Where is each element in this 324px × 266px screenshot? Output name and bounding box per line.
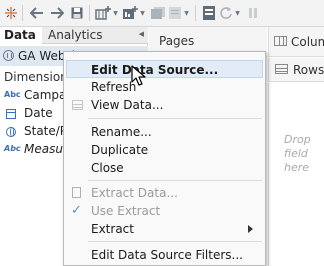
extract-icon xyxy=(72,187,81,198)
menu-separator xyxy=(88,118,262,119)
menu-item-label: Extract xyxy=(91,222,134,236)
toolbar: ▼ ▼ ▼ ▼ xyxy=(0,0,324,27)
field-label: Date xyxy=(24,106,53,120)
duplicate-icon[interactable] xyxy=(150,4,166,22)
new-worksheet-icon[interactable] xyxy=(122,4,138,22)
context-menu: Edit Data Source... Refresh View Data...… xyxy=(63,51,266,266)
columns-shelf[interactable]: Columns xyxy=(268,27,324,57)
submenu-arrow-icon xyxy=(248,225,253,233)
new-datasource-icon[interactable] xyxy=(95,4,111,22)
columns-icon xyxy=(274,36,287,46)
pause-icon[interactable] xyxy=(202,4,216,22)
menu-item-extract[interactable]: Extract xyxy=(64,220,265,238)
calendar-icon xyxy=(6,109,16,119)
check-icon: ✓ xyxy=(71,203,82,218)
tab-analytics-label: Analytics xyxy=(48,28,103,42)
dropdown-icon[interactable]: ▼ xyxy=(139,4,146,22)
menu-item-extract-data: Extract Data... xyxy=(64,184,265,202)
rows-shelf[interactable]: Rows xyxy=(268,58,324,82)
tab-data[interactable]: Data xyxy=(0,27,42,44)
pane-tabs: Data Analytics ◀ xyxy=(0,27,148,44)
rows-icon xyxy=(275,64,288,74)
chevron-down-icon[interactable]: ◀ xyxy=(139,30,144,38)
dropdown-icon[interactable]: ▼ xyxy=(183,4,190,22)
menu-item-edit-data-source-filters[interactable]: Edit Data Source Filters... xyxy=(64,246,265,264)
pages-label: Pages xyxy=(159,34,195,48)
menu-item-close[interactable]: Close xyxy=(64,159,265,177)
datasource-icon xyxy=(3,50,14,61)
tab-analytics[interactable]: Analytics ◀ xyxy=(42,27,148,44)
clear-icon[interactable] xyxy=(168,4,182,22)
menu-item-view-data[interactable]: View Data... xyxy=(64,96,265,114)
pause-icon[interactable] xyxy=(246,4,260,22)
menu-item-label: View Data... xyxy=(91,98,164,112)
string-type-icon: Abc xyxy=(4,90,21,99)
menu-item-edit-data-source[interactable]: Edit Data Source... xyxy=(66,60,263,78)
view-data-icon xyxy=(72,100,83,110)
mouse-cursor-icon xyxy=(131,65,146,86)
forward-icon[interactable] xyxy=(49,4,65,22)
menu-item-label: Use Extract xyxy=(91,204,161,218)
columns-label: Columns xyxy=(291,35,324,49)
menu-item-rename[interactable]: Rename... xyxy=(64,123,265,141)
menu-item-use-extract: ✓ Use Extract xyxy=(64,202,265,220)
refresh-icon[interactable] xyxy=(219,4,233,22)
menu-item-duplicate[interactable]: Duplicate xyxy=(64,141,265,159)
tableau-logo-icon[interactable] xyxy=(4,4,18,22)
dropdown-icon[interactable]: ▼ xyxy=(234,4,241,22)
rows-label: Rows xyxy=(293,63,324,77)
dropdown-icon[interactable]: ▼ xyxy=(112,4,119,22)
drop-field-hint: Drop field here xyxy=(284,133,311,174)
save-icon[interactable] xyxy=(70,4,84,22)
string-type-icon: Abc xyxy=(4,144,21,153)
menu-separator xyxy=(88,241,262,242)
menu-item-refresh[interactable]: Refresh xyxy=(64,78,265,96)
menu-item-label: Extract Data... xyxy=(91,186,178,200)
menu-separator xyxy=(88,180,262,181)
globe-icon xyxy=(6,127,16,137)
back-icon[interactable] xyxy=(29,4,45,22)
